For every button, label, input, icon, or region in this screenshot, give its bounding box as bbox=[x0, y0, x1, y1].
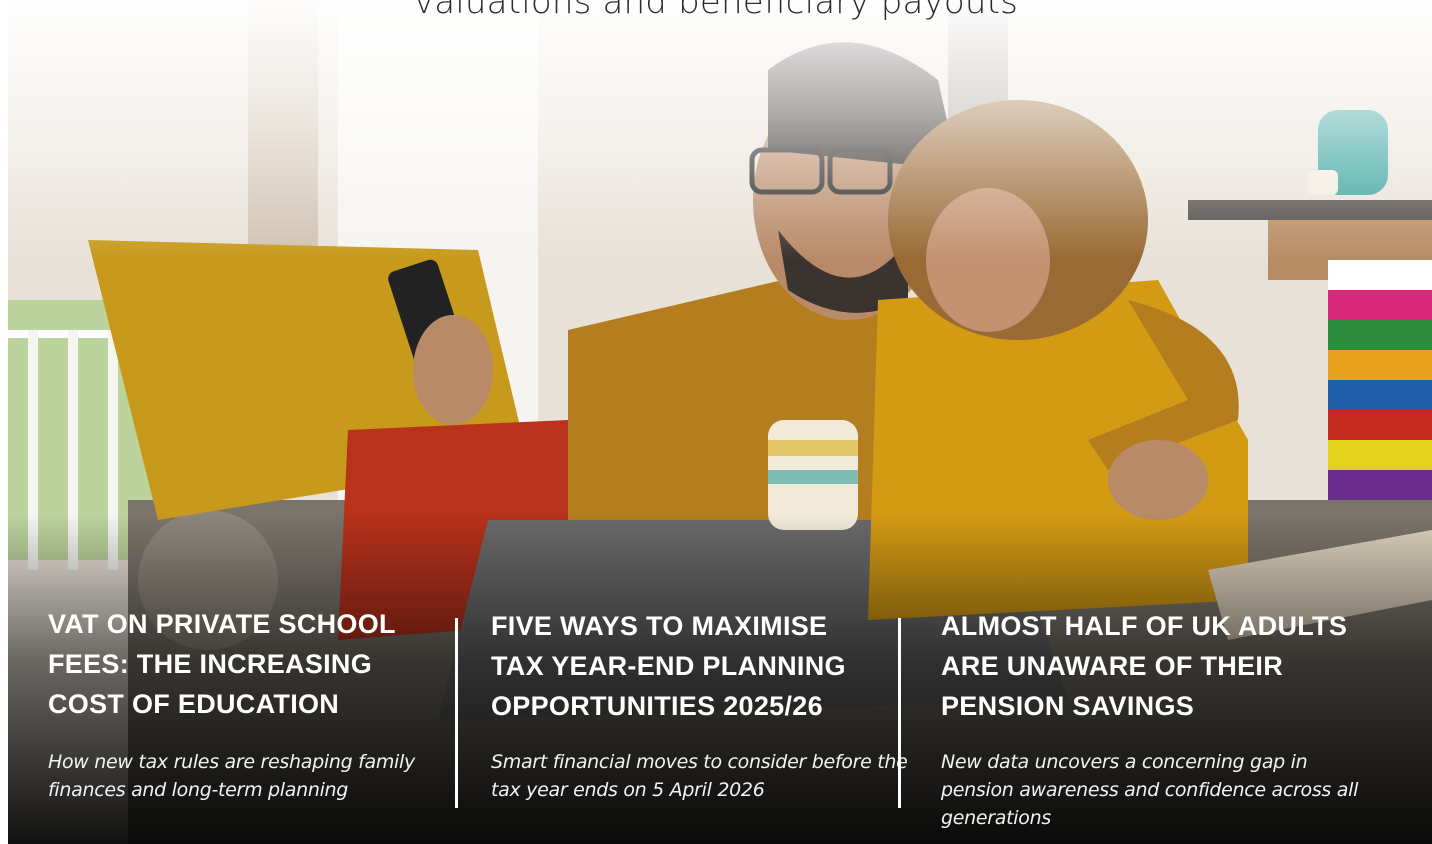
column-divider bbox=[455, 618, 458, 808]
column-divider bbox=[898, 618, 901, 808]
article-summary: New data uncovers a concerning gap in pe… bbox=[941, 751, 1359, 829]
article-card-vat-school-fees[interactable]: VAT ON PRIVATE SCHOOL FEES: THE INCREASI… bbox=[48, 604, 438, 801]
article-summary: How new tax rules are reshaping family f… bbox=[48, 751, 415, 801]
top-fade-overlay bbox=[8, 0, 1432, 260]
article-title[interactable]: FIVE WAYS TO MAXIMISE TAX YEAR-END PLANN… bbox=[491, 606, 871, 726]
article-title[interactable]: VAT ON PRIVATE SCHOOL FEES: THE INCREASI… bbox=[48, 604, 438, 724]
article-summary: Smart financial moves to consider before… bbox=[491, 751, 908, 801]
page-subtitle: valuations and beneficiary payouts bbox=[413, 0, 1019, 22]
article-card-tax-year-end[interactable]: FIVE WAYS TO MAXIMISE TAX YEAR-END PLANN… bbox=[491, 606, 908, 801]
article-card-pension-awareness[interactable]: ALMOST HALF OF UK ADULTS ARE UNAWARE OF … bbox=[941, 606, 1381, 829]
article-title[interactable]: ALMOST HALF OF UK ADULTS ARE UNAWARE OF … bbox=[941, 606, 1381, 726]
